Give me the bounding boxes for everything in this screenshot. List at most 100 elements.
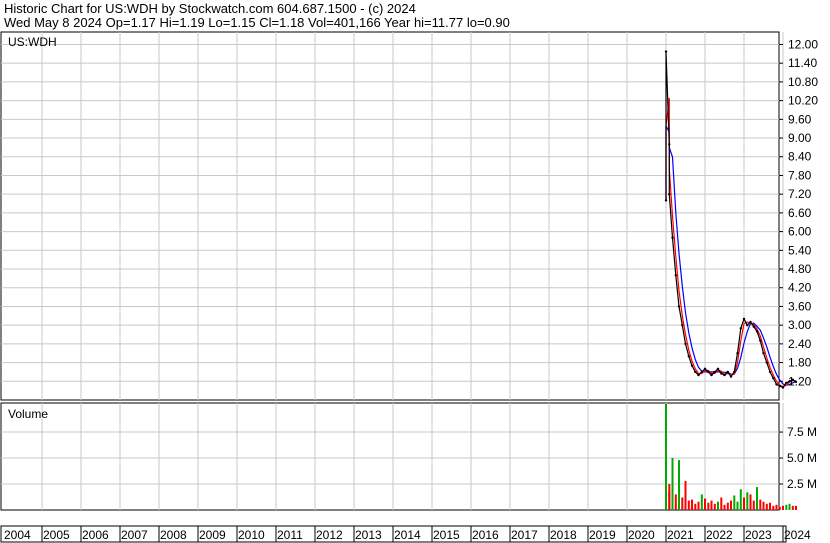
price-point <box>778 384 781 388</box>
price-point <box>664 199 668 202</box>
year-label-2007: 2007 <box>121 528 148 542</box>
year-label-2020: 2020 <box>628 528 655 542</box>
volume-bar <box>707 502 710 510</box>
volume-bar <box>762 501 765 510</box>
volume-panel: Volume 7.5 M 5.0 M 2.5 M <box>0 402 817 511</box>
price-point <box>746 324 749 327</box>
year-label-2021: 2021 <box>667 528 694 542</box>
volume-bar <box>694 503 697 510</box>
price-tick-label-2.40: 2.40 <box>788 337 812 351</box>
price-point <box>664 50 668 53</box>
volume-bar <box>717 501 719 510</box>
price-point <box>765 361 768 364</box>
volume-panel-title: Volume <box>8 407 48 421</box>
volume-bar <box>671 458 674 510</box>
price-point <box>668 193 671 196</box>
volume-bar <box>778 506 781 510</box>
volume-bar <box>674 494 677 510</box>
volume-tick-label-2.5 M: 2.5 M <box>787 477 817 491</box>
volume-bar <box>769 502 771 510</box>
price-point <box>749 320 752 324</box>
year-label-2010: 2010 <box>238 528 265 542</box>
price-point <box>687 355 690 358</box>
year-label-2004: 2004 <box>4 528 31 542</box>
price-tick-label-11.40: 11.40 <box>788 56 817 70</box>
chart-window: Historic Chart for US:WDH by Stockwatch.… <box>0 0 830 543</box>
year-label-2015: 2015 <box>433 528 460 542</box>
price-point <box>762 352 765 355</box>
price-point <box>713 370 716 374</box>
price-point <box>694 370 697 374</box>
volume-bar <box>691 499 693 510</box>
price-point <box>703 367 707 370</box>
year-label-2024: 2024 <box>784 528 811 542</box>
volume-bar <box>765 503 768 510</box>
price-tick-label-8.40: 8.40 <box>788 150 812 164</box>
price-point <box>697 373 700 377</box>
price-tick-label-4.20: 4.20 <box>788 281 812 295</box>
volume-bar <box>788 503 791 510</box>
year-label-2012: 2012 <box>316 528 343 542</box>
year-label-2008: 2008 <box>160 528 187 542</box>
volume-bar <box>720 497 723 510</box>
year-label-2018: 2018 <box>550 528 577 542</box>
price-point <box>742 317 746 321</box>
volume-bar <box>733 495 736 510</box>
volume-bar <box>710 500 713 510</box>
price-point <box>759 339 762 342</box>
volume-bar <box>782 505 784 510</box>
price-tick-label-5.40: 5.40 <box>788 243 812 257</box>
year-label-2005: 2005 <box>43 528 70 542</box>
volume-bar <box>665 404 667 510</box>
price-tick-label-3.00: 3.00 <box>788 318 812 332</box>
volume-bar <box>756 487 758 510</box>
price-point <box>739 327 742 330</box>
price-point <box>752 325 755 328</box>
price-tick-label-10.80: 10.80 <box>788 75 818 89</box>
year-label-2006: 2006 <box>82 528 109 542</box>
volume-bar <box>759 499 762 510</box>
price-point <box>700 370 703 374</box>
price-tick-label-1.20: 1.20 <box>788 374 812 388</box>
price-tick-label-7.80: 7.80 <box>788 168 812 182</box>
price-point <box>668 143 671 146</box>
volume-bar <box>785 504 788 510</box>
volume-bar <box>726 502 729 510</box>
volume-bar <box>772 505 775 510</box>
price-point <box>729 375 733 378</box>
price-point <box>720 372 723 375</box>
price-point <box>671 236 674 239</box>
price-tick-label-1.80: 1.80 <box>788 356 812 370</box>
price-point <box>736 352 739 355</box>
price-point <box>726 370 729 374</box>
price-point <box>716 367 720 370</box>
price-point <box>690 364 694 367</box>
volume-bar <box>791 505 794 510</box>
price-panel-title: US:WDH <box>8 35 57 49</box>
stock-chart: US:WDH 12.00 11.40 10.80 10.20 9.60 9.00 8.40 7… <box>0 31 818 543</box>
price-point <box>684 342 687 346</box>
year-label-2022: 2022 <box>706 528 733 542</box>
volume-bar <box>687 500 690 510</box>
price-point <box>772 377 775 380</box>
volume-bar <box>736 501 739 510</box>
volume-bar <box>723 504 726 510</box>
price-point <box>775 383 778 386</box>
price-tick-label-9.60: 9.60 <box>788 112 812 126</box>
volume-tick-label-5.0 M: 5.0 M <box>787 451 817 465</box>
price-point <box>755 330 759 333</box>
volume-bar <box>775 504 778 510</box>
volume-bar <box>700 494 703 510</box>
year-label-2023: 2023 <box>745 528 772 542</box>
price-point <box>674 274 677 277</box>
price-panel-frame <box>0 31 780 401</box>
price-point <box>681 324 684 327</box>
volume-panel-frame <box>0 402 780 511</box>
price-point <box>677 305 681 308</box>
volume-bar <box>752 500 755 510</box>
price-point <box>733 370 736 374</box>
year-label-2009: 2009 <box>199 528 226 542</box>
volume-bar <box>668 491 671 510</box>
volume-y-axis: 7.5 M 5.0 M 2.5 M <box>779 425 817 491</box>
price-tick-label-7.20: 7.20 <box>788 187 812 201</box>
